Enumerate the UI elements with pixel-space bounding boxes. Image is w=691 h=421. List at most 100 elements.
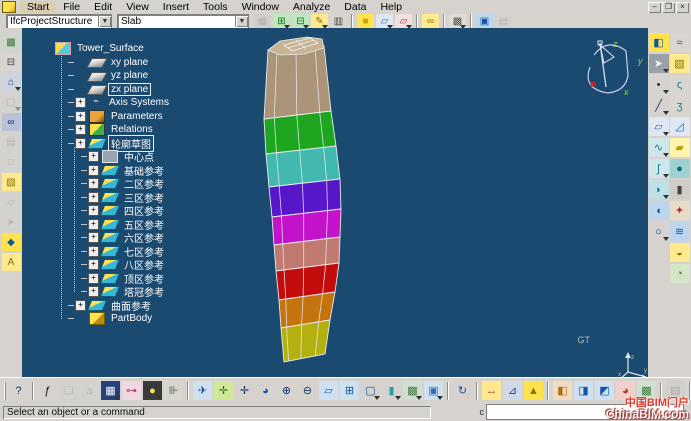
pan-icon[interactable]: ✛ bbox=[235, 381, 254, 400]
wireframe-cube-icon[interactable]: ▢ bbox=[361, 381, 380, 400]
menu-help[interactable]: Help bbox=[373, 1, 409, 13]
dropdown-arrow-icon[interactable] bbox=[15, 107, 21, 111]
tree-item-label[interactable]: yz plane bbox=[109, 70, 150, 81]
workbench-combo-arrow[interactable]: ▼ bbox=[98, 16, 111, 27]
zoom-out-icon[interactable]: ⊖ bbox=[298, 381, 317, 400]
specification-tree-icon[interactable]: ⊟ bbox=[2, 53, 21, 71]
geoset-icon[interactable] bbox=[100, 205, 120, 216]
menu-view[interactable]: View bbox=[119, 1, 156, 13]
helix-icon[interactable]: ʃ bbox=[649, 159, 669, 178]
new-part-icon[interactable]: ■ bbox=[357, 14, 374, 29]
tree-item-parameters[interactable]: + Parameters bbox=[55, 110, 171, 124]
tree-item-axis-systems[interactable]: +⌁Axis Systems bbox=[55, 96, 171, 110]
tower-band-crown-section[interactable] bbox=[264, 46, 331, 119]
curve-smooth-icon[interactable]: ς bbox=[670, 75, 690, 94]
link-manager-icon[interactable]: ∞ bbox=[422, 14, 439, 29]
tree-expand-box[interactable]: + bbox=[75, 138, 86, 149]
tree-item-top-zone-reference[interactable]: +顶区参考 bbox=[55, 272, 171, 286]
image-capture-icon[interactable]: ▩ bbox=[449, 14, 466, 29]
mass-properties-icon[interactable]: ▲ bbox=[524, 381, 543, 400]
circle-icon[interactable]: ○ bbox=[649, 222, 669, 241]
menu-edit[interactable]: Edit bbox=[87, 1, 119, 13]
dropdown-arrow-icon[interactable] bbox=[663, 90, 669, 94]
tree-expand-box[interactable]: + bbox=[75, 300, 86, 311]
tree-expand-box[interactable]: + bbox=[88, 232, 99, 243]
tree-item-relations[interactable]: +Relations bbox=[55, 123, 171, 137]
tree-expand-box[interactable]: + bbox=[75, 111, 86, 122]
iso-cube-icon[interactable]: ◆ bbox=[2, 233, 21, 251]
tree-item-crown-reference[interactable]: +塔冠参考 bbox=[55, 285, 171, 299]
formula-icon[interactable]: ƒ bbox=[38, 381, 57, 400]
turntable-icon[interactable]: ↻ bbox=[453, 381, 472, 400]
catalog-update-icon[interactable]: ⊟ bbox=[292, 14, 309, 29]
menu-insert[interactable]: Insert bbox=[156, 1, 196, 13]
restore-button[interactable]: ❐ bbox=[662, 2, 675, 13]
sketch-icon[interactable] bbox=[102, 150, 118, 163]
plane-icon[interactable] bbox=[86, 58, 107, 68]
tree-expand-box[interactable]: + bbox=[88, 151, 99, 162]
fly-mode-icon[interactable]: ✈ bbox=[193, 381, 212, 400]
tree-item-zone2-reference[interactable]: +二区参考 bbox=[55, 177, 171, 191]
new-plane-icon[interactable]: ▱ bbox=[376, 14, 393, 29]
tree-item-label[interactable]: zx plane bbox=[109, 84, 150, 95]
tree-expand-box[interactable]: + bbox=[75, 97, 86, 108]
tree-item-tower-surface[interactable]: Tower_Surface bbox=[55, 42, 171, 56]
dropdown-arrow-icon[interactable] bbox=[395, 396, 401, 400]
tree-item-label[interactable]: PartBody bbox=[109, 313, 154, 324]
dropdown-arrow-icon[interactable] bbox=[663, 237, 669, 241]
curve-project-icon[interactable]: ʒ bbox=[670, 96, 690, 115]
relations-icon[interactable] bbox=[89, 123, 105, 136]
sphere-surface-icon[interactable]: ● bbox=[670, 159, 690, 178]
menu-window[interactable]: Window bbox=[235, 1, 286, 13]
geoset-icon[interactable] bbox=[100, 232, 120, 243]
line-icon[interactable]: ╱ bbox=[649, 96, 669, 115]
catalog-column-icon[interactable]: ⊪ bbox=[164, 381, 183, 400]
tree-expand-box[interactable]: + bbox=[75, 124, 86, 135]
sweep-surface-icon[interactable]: ◗ bbox=[649, 180, 669, 199]
compare-icon[interactable]: ▥ bbox=[330, 14, 347, 29]
edit-plane-icon[interactable]: ▱ bbox=[395, 14, 412, 29]
tree-item-part-body[interactable]: PartBody bbox=[55, 312, 171, 326]
tree-item-base-reference[interactable]: +基础参考 bbox=[55, 164, 171, 178]
minimize-button[interactable]: – bbox=[648, 2, 661, 13]
tree-item-label[interactable]: Tower_Surface bbox=[75, 43, 146, 54]
plane-icon[interactable]: ▱ bbox=[649, 117, 669, 136]
dropdown-arrow-icon[interactable] bbox=[663, 153, 669, 157]
toolbar-grip[interactable] bbox=[4, 382, 6, 400]
close-button[interactable]: × bbox=[676, 2, 689, 13]
tree-item-yz-plane[interactable]: yz plane bbox=[55, 69, 171, 83]
render-style-icon[interactable]: ▩ bbox=[403, 381, 422, 400]
tree-expand-box[interactable]: + bbox=[88, 165, 99, 176]
point-icon[interactable]: • bbox=[649, 75, 669, 94]
dropdown-arrow-icon[interactable] bbox=[663, 111, 669, 115]
ruler-icon[interactable]: ↔ bbox=[482, 381, 501, 400]
tree-item-label[interactable]: 曲面参考 bbox=[109, 298, 153, 313]
geoset-icon[interactable] bbox=[100, 178, 120, 189]
tree-expand-box[interactable]: + bbox=[88, 259, 99, 270]
view-cube-icon[interactable]: ◧ bbox=[649, 33, 669, 52]
menu-data[interactable]: Data bbox=[337, 1, 373, 13]
design-table-icon[interactable]: ▦ bbox=[101, 381, 120, 400]
3d-viewport[interactable]: z y x z y x Tower_Surfacexy planeyz plan… bbox=[22, 28, 648, 377]
monitor-icon[interactable]: ▣ bbox=[476, 14, 493, 29]
offset-plane-icon[interactable]: ▰ bbox=[670, 138, 690, 157]
catalog-add-icon[interactable]: ⊞ bbox=[273, 14, 290, 29]
dropdown-arrow-icon[interactable] bbox=[437, 396, 443, 400]
axis-icon[interactable]: ⌁ bbox=[89, 97, 103, 108]
sketchpad-icon[interactable]: ▧ bbox=[2, 173, 21, 191]
tree-expand-box[interactable]: + bbox=[88, 205, 99, 216]
perspective-icon[interactable]: ◨ bbox=[574, 381, 593, 400]
dropdown-arrow-icon[interactable] bbox=[663, 69, 669, 73]
geoset-icon[interactable] bbox=[100, 219, 120, 230]
tree-item-zone3-reference[interactable]: +三区参考 bbox=[55, 191, 171, 205]
geoset-icon[interactable] bbox=[100, 273, 120, 284]
fill-surface-icon[interactable]: ◖ bbox=[649, 201, 669, 220]
plane-icon[interactable] bbox=[86, 85, 107, 95]
menu-start[interactable]: Start bbox=[20, 1, 56, 13]
tree-expand-box[interactable]: + bbox=[88, 219, 99, 230]
paint-surface-icon[interactable]: ✦ bbox=[670, 201, 690, 220]
select-arrow-icon[interactable]: ➤ bbox=[649, 54, 669, 73]
tree-item-zone4-reference[interactable]: +四区参考 bbox=[55, 204, 171, 218]
tree-item-label[interactable]: Parameters bbox=[109, 111, 165, 122]
lock-icon[interactable]: ● bbox=[143, 381, 162, 400]
